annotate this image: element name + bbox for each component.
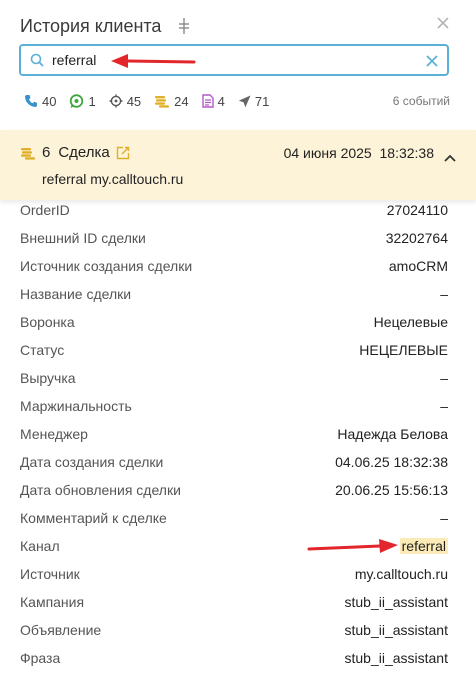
detail-row: Дата обновления сделки 20.06.25 15:56:13 <box>20 482 448 498</box>
detail-row: Внешний ID сделки 32202764 <box>20 230 448 246</box>
stat-visits-count: 71 <box>254 93 270 109</box>
event-stats: 40 1 45 24 4 71 6 событий <box>24 92 450 110</box>
stat-goals[interactable]: 45 <box>109 94 141 109</box>
deal-details: OrderID 27024110 Внешний ID сделки 3220276… <box>20 196 448 672</box>
coins-icon <box>155 96 170 108</box>
detail-row: Статус НЕЦЕЛЕВЫЕ <box>20 342 448 358</box>
coins-icon <box>20 146 36 160</box>
deal-source: referral my.calltouch.ru <box>42 171 184 187</box>
panel-header: История клиента <box>20 14 456 38</box>
detail-row: Объявление stub_ii_assistant <box>20 622 448 638</box>
stat-forms[interactable]: 4 <box>201 93 225 109</box>
deal-date: 04 июня 2025 18:32:38 <box>283 144 434 161</box>
search-icon <box>30 53 44 67</box>
detail-row: Название сделки – <box>20 286 448 302</box>
detail-row: Канал referral <box>20 538 448 554</box>
chat-icon <box>70 93 84 108</box>
detail-row: Источник создания сделки amoCRM <box>20 258 448 274</box>
stat-calls[interactable]: 40 <box>24 94 56 109</box>
deal-label: Сделка <box>58 144 110 161</box>
detail-row: OrderID 27024110 <box>20 202 448 218</box>
pin-icon[interactable] <box>177 17 191 35</box>
panel-title: История клиента <box>20 15 162 36</box>
detail-row: Выручка – <box>20 370 448 386</box>
clear-search-icon[interactable] <box>426 54 438 67</box>
events-count: 6 событий <box>392 94 450 108</box>
stat-forms-count: 4 <box>217 93 225 109</box>
detail-row: Кампания stub_ii_assistant <box>20 594 448 610</box>
send-icon <box>238 95 251 107</box>
search-box <box>19 44 449 76</box>
stat-deals[interactable]: 24 <box>154 93 189 109</box>
channel-value-highlighted: referral <box>399 538 448 554</box>
stat-deals-count: 24 <box>174 93 189 109</box>
deal-number: 6 <box>42 144 51 161</box>
deal-card-header[interactable]: 6 Сделка 04 июня 2025 18:32:38 referral … <box>0 130 476 200</box>
detail-row: Дата создания сделки 04.06.25 18:32:38 <box>20 454 448 470</box>
search-input[interactable] <box>52 52 382 68</box>
detail-row: Фраза stub_ii_assistant <box>20 650 448 666</box>
stat-visits[interactable]: 71 <box>238 94 269 109</box>
external-link-icon[interactable] <box>116 146 130 160</box>
close-icon[interactable] <box>436 16 450 30</box>
stat-chats-count: 1 <box>88 93 96 109</box>
chevron-up-icon[interactable] <box>444 149 456 162</box>
detail-row: Воронка Нецелевые <box>20 314 448 330</box>
document-icon <box>201 94 214 108</box>
target-icon <box>109 94 123 108</box>
stat-chats[interactable]: 1 <box>69 93 96 109</box>
detail-row: Менеджер Надежда Белова <box>20 426 448 442</box>
stat-calls-count: 40 <box>42 93 57 109</box>
detail-row: Комментарий к сделке – <box>20 510 448 526</box>
detail-row: Источник my.calltouch.ru <box>20 566 448 582</box>
detail-row: Маржинальность – <box>20 398 448 414</box>
phone-icon <box>25 95 37 107</box>
stat-goals-count: 45 <box>126 93 142 109</box>
